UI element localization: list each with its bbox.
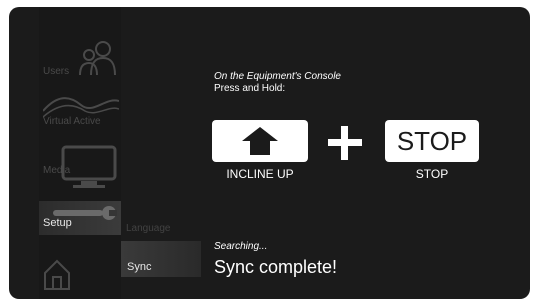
submenu-item-label: Sync bbox=[127, 261, 152, 273]
sidebar-item-label: Setup bbox=[43, 217, 72, 229]
sync-result: Sync complete! bbox=[214, 257, 338, 277]
instruction-heading: On the Equipment's Console bbox=[214, 71, 341, 82]
users-icon bbox=[79, 39, 117, 77]
arrow-up-icon bbox=[242, 127, 278, 155]
sidebar-item-home[interactable] bbox=[39, 251, 121, 295]
sidebar-item-media[interactable]: Media bbox=[39, 139, 121, 189]
sidebar-item-label: Users bbox=[43, 66, 70, 77]
searching-status: Searching... bbox=[214, 241, 268, 252]
instruction-text: Press and Hold: bbox=[214, 83, 286, 94]
home-icon bbox=[43, 257, 71, 291]
stop-key: STOP bbox=[385, 120, 479, 162]
incline-up-label: INCLINE UP bbox=[226, 167, 294, 181]
mountains-icon bbox=[42, 91, 120, 118]
plus-icon bbox=[326, 124, 364, 162]
sidebar: Users Virtual Active Media Setup bbox=[39, 7, 121, 299]
submenu-item-language[interactable]: Language bbox=[126, 223, 171, 234]
sidebar-item-virtual-active[interactable]: Virtual Active bbox=[39, 85, 121, 135]
sync-screen: Users Virtual Active Media Setup Languag… bbox=[9, 7, 530, 299]
sidebar-item-label: Media bbox=[43, 165, 71, 176]
submenu-item-sync[interactable]: Sync bbox=[121, 241, 201, 277]
sidebar-item-label: Virtual Active bbox=[43, 116, 101, 127]
sidebar-item-setup[interactable]: Setup bbox=[39, 201, 121, 235]
incline-up-key bbox=[212, 120, 308, 162]
sidebar-item-users[interactable]: Users bbox=[39, 35, 121, 81]
stop-label: STOP bbox=[415, 167, 449, 181]
